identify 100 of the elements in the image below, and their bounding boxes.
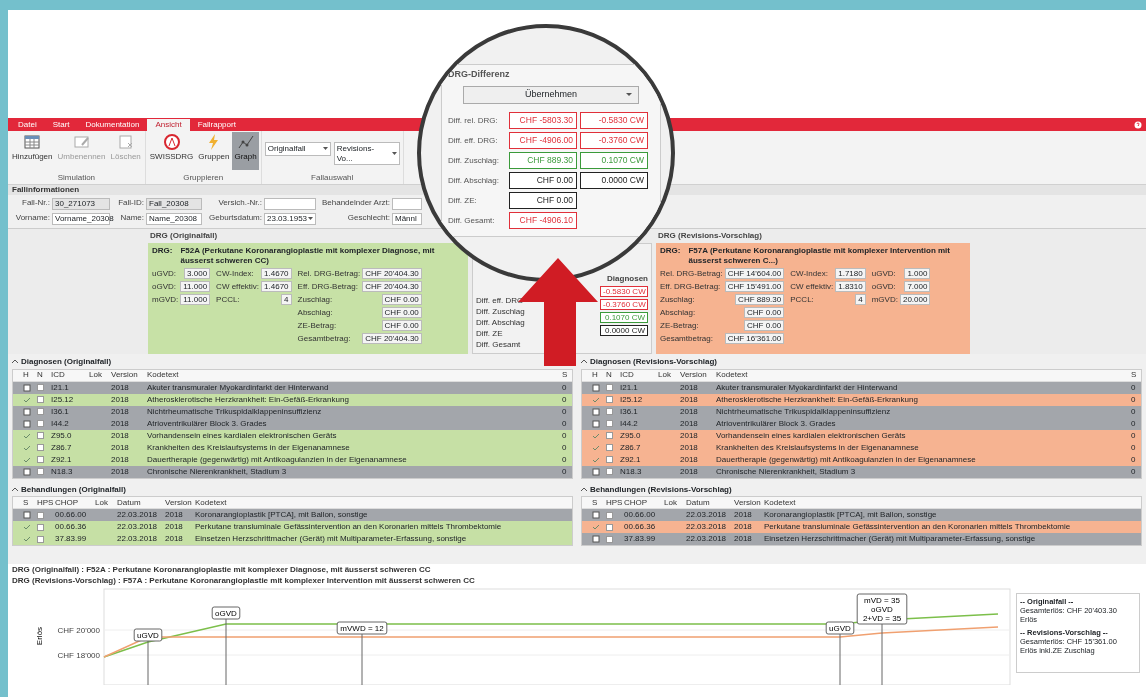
ribbon-tab[interactable]: Dokumentation [77,119,148,131]
collapse-icon[interactable] [12,486,18,492]
table-row[interactable]: 00.66.00 22.03.2018 2018 Koronarangioplastik [PTCA], mit Ballon, sonstige [582,509,1141,522]
input-field[interactable]: 30_271073 [52,197,110,210]
input-field[interactable]: Männl [392,212,422,225]
input-field[interactable]: 23.03.1953 [264,212,316,225]
table-cell-text: 2018 [164,510,184,520]
checkbox[interactable] [606,444,613,452]
checkbox[interactable] [606,396,613,404]
table-row[interactable]: 00.66.36 22.03.2018 2018 Perkutane transluminale Gefässintervention an den Koronarien mittels Thrombektomie [13,521,572,534]
tick-label: CHF 18'000 [57,651,100,660]
table-cell-text: 0 [561,454,568,465]
table-cell-text: Perkutane transluminale Gefässintervention an den Koronarien mittels Thrombektomie [763,522,1072,532]
checkbox[interactable] [606,468,613,476]
input-field[interactable]: Fall_20308 [146,197,202,210]
field-label: Abschlag: [660,307,696,318]
table-cell-text: 2018 [733,522,753,532]
checkbox[interactable] [37,535,44,543]
field-label: Rel. DRG-Betrag: [297,268,361,279]
checkbox[interactable] [606,523,613,531]
input-field[interactable] [264,197,316,210]
field-label: Abschlag: [297,307,333,318]
value-field: -0.3760 CW [580,131,648,149]
tick-label: CHF 20'000 [57,626,100,635]
panel-title: DRG-Differenz [448,69,511,80]
value-field: CHF 889.30 [509,151,577,169]
checkbox[interactable] [606,420,613,428]
checkbox[interactable] [37,396,44,404]
field-label: PCCL: [216,294,240,305]
ribbon-tab[interactable]: Start [44,119,78,131]
input-field[interactable] [392,197,422,210]
dropdown[interactable]: Originalfall [264,142,331,156]
field-label: Diff. Abschlag [476,318,525,329]
value-field: 4 [281,294,292,306]
column-header: S [1130,370,1138,380]
checkbox[interactable] [37,384,44,392]
table-cell-text: 0 [561,382,568,393]
field-label: Versich.-Nr.: [217,197,262,209]
table-cell-text: 2018 [679,382,699,393]
table-cell-text: Chronische Nierenkrankheit, Stadium 3 [146,466,288,477]
table-row[interactable]: 00.66.00 22.03.2018 2018 Koronarangioplastik [PTCA], mit Ballon, sonstige [13,509,572,522]
field-label: Name: [119,212,144,224]
field-label: CW-Index: [216,268,254,279]
ribbon-tab[interactable]: Ansicht [147,119,190,131]
ribbon-button[interactable]: Gruppen [196,132,232,170]
value-field: 7.000 [904,281,931,293]
checkbox[interactable] [606,408,613,416]
value-field: CHF 0.00 [509,171,577,189]
collapse-icon[interactable] [581,359,587,365]
field-label: Fall-Nr.: [21,197,50,209]
dropdown[interactable]: Übernehmen [463,85,639,104]
ribbon-tab[interactable]: Fallrapport [189,119,244,131]
input-field[interactable]: Name_20308 [146,212,202,225]
table-cell-text: 2018 [679,430,699,441]
collapse-icon[interactable] [12,359,18,365]
field-label: uGVD: [871,268,896,279]
checkbox[interactable] [37,432,44,440]
value-field: CHF 889.30 [735,294,785,306]
value-field: CHF 20'404.30 [362,333,422,345]
checkbox[interactable] [37,468,44,476]
chart-annotation: mVWD = 12 [336,621,388,635]
checkbox[interactable] [606,535,613,543]
field-label: CW-Index: [790,268,828,279]
axis-label: Erlös [35,626,44,646]
checkbox[interactable] [606,511,613,519]
value-field: -0.3760 CW [600,299,648,310]
table-cell-text: 2018 [110,382,130,393]
table-row[interactable]: 00.66.36 22.03.2018 2018 Perkutane transluminale Gefässintervention an den Koronarien mittels Thrombektomie [582,521,1141,534]
checkbox[interactable] [606,456,613,464]
check-icon [592,395,600,404]
table-cell-text: Perkutane transluminale Gefässintervention an den Koronarien mittels Thrombektomie [194,522,503,532]
table-cell-text: 0 [1130,466,1137,477]
table-cell-text: 22.03.2018 [116,534,159,544]
ribbon-button[interactable]: SWISSDRG [147,132,196,170]
ribbon-tab[interactable]: Datei [10,119,45,131]
value-field: CHF -5803.30 [509,111,577,129]
checkbox[interactable] [606,432,613,440]
value-field: CHF 20'404.30 [362,281,422,293]
checkbox[interactable] [37,456,44,464]
table-cell-text: Chronische Nierenkrankheit, Stadium 3 [715,466,857,477]
table-row[interactable]: 37.83.99 22.03.2018 2018 Einsetzen Herzschrittmacher (Gerät) mit Multiparameter-Erfassung, sonstige [13,533,572,546]
leader-line [225,618,227,685]
field-label: Diff. ZE [476,329,504,340]
checkbox[interactable] [606,384,613,392]
ribbon-button[interactable]: Graph [232,132,259,170]
checkbox[interactable] [37,408,44,416]
field-label: Diff. rel. DRG: [448,115,499,126]
field-label: mGVD: [152,294,179,305]
checkbox[interactable] [37,511,44,519]
leader-line [881,623,883,685]
ribbon-button[interactable]: Hinzufügen [10,132,55,170]
checkbox[interactable] [37,444,44,452]
table-row[interactable]: 37.83.99 22.03.2018 2018 Einsetzen Herzschrittmacher (Gerät) mit Multiparameter-Erfassung, sonstige [582,533,1141,546]
checkbox[interactable] [37,420,44,428]
collapse-icon[interactable] [581,486,587,492]
table-cell-text: Z95.0 [619,430,642,441]
help-icon[interactable] [1134,120,1142,129]
dropdown[interactable]: Revisions-Vo... [333,142,400,166]
checkbox[interactable] [37,523,44,531]
column-header: CHOP [623,497,649,508]
